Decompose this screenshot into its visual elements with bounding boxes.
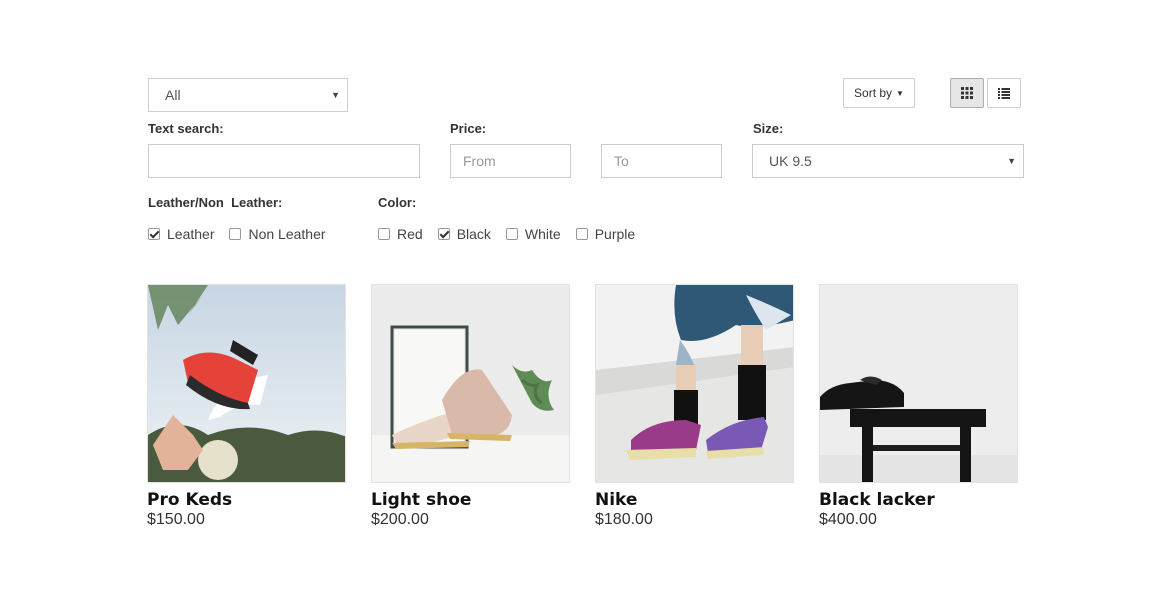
color-option-label: Purple	[594, 226, 636, 242]
product-price: $400.00	[819, 511, 877, 528]
product-image[interactable]	[371, 284, 570, 483]
product-price: $200.00	[371, 511, 429, 528]
size-select-value: UK 9.5	[769, 153, 812, 169]
product-name[interactable]: Nike	[595, 490, 795, 510]
sort-by-label: Sort by	[854, 86, 893, 100]
leather-filter-label: Leather/Non Leather:	[148, 195, 283, 210]
leather-options: Leather Non Leather	[148, 226, 341, 242]
list-view-button[interactable]	[987, 78, 1021, 108]
color-filter-label: Color:	[378, 195, 417, 210]
product-card[interactable]: Black lacker $400.00	[819, 284, 1019, 529]
product-image[interactable]	[147, 284, 346, 483]
color-options: Red Black White Purple	[378, 226, 650, 242]
leather-option[interactable]: Leather	[148, 226, 214, 242]
color-option-white[interactable]: White	[505, 226, 561, 242]
text-search-label: Text search:	[148, 121, 224, 136]
category-select-value: All	[165, 87, 181, 103]
non-leather-option[interactable]: Non Leather	[229, 226, 326, 242]
product-name[interactable]: Light shoe	[371, 490, 571, 510]
checkbox-purple[interactable]	[575, 228, 588, 240]
grid-icon	[961, 87, 973, 99]
text-search-input[interactable]	[148, 144, 420, 178]
product-image[interactable]	[819, 284, 1018, 483]
sort-by-button[interactable]: Sort by ▼	[843, 78, 915, 108]
size-label: Size:	[753, 121, 784, 136]
caret-down-icon: ▼	[1007, 156, 1016, 166]
price-from-placeholder: From	[463, 153, 496, 169]
product-price: $180.00	[595, 511, 653, 528]
price-label: Price:	[450, 121, 487, 136]
color-option-label: White	[524, 226, 561, 242]
color-option-red[interactable]: Red	[378, 226, 423, 242]
product-image[interactable]	[595, 284, 794, 483]
checkbox-red[interactable]	[378, 228, 390, 240]
color-option-purple[interactable]: Purple	[575, 226, 636, 242]
size-select[interactable]: UK 9.5 ▼	[752, 144, 1024, 178]
checkbox-leather[interactable]	[148, 228, 160, 240]
list-icon	[998, 87, 1010, 99]
non-leather-option-label: Non Leather	[248, 226, 326, 242]
caret-down-icon: ▼	[896, 88, 904, 98]
color-option-label: Red	[397, 226, 423, 242]
grid-view-button[interactable]	[950, 78, 984, 108]
price-to-placeholder: To	[614, 153, 629, 169]
price-to-input[interactable]: To	[601, 144, 722, 178]
product-card[interactable]: Nike $180.00	[595, 284, 795, 529]
product-card[interactable]: Pro Keds $150.00	[147, 284, 347, 529]
caret-down-icon: ▼	[331, 90, 340, 100]
product-card[interactable]: Light shoe $200.00	[371, 284, 571, 529]
category-select[interactable]: All ▼	[148, 78, 348, 112]
product-name[interactable]: Black lacker	[819, 490, 1019, 510]
checkbox-non-leather[interactable]	[229, 228, 242, 240]
leather-option-label: Leather	[167, 226, 215, 242]
product-price: $150.00	[147, 511, 205, 528]
product-name[interactable]: Pro Keds	[147, 490, 347, 510]
price-from-input[interactable]: From	[450, 144, 571, 178]
checkbox-black[interactable]	[437, 228, 450, 240]
checkbox-white[interactable]	[505, 228, 518, 240]
color-option-label: Black	[456, 226, 491, 242]
color-option-black[interactable]: Black	[437, 226, 491, 242]
